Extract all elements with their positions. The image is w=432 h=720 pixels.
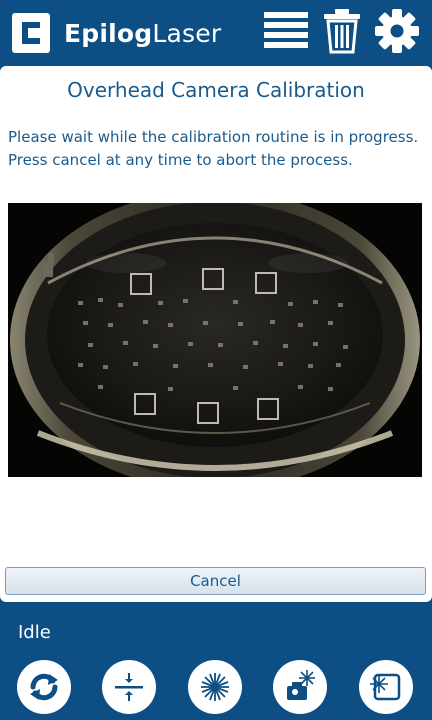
job-laser-button[interactable] [273, 660, 327, 714]
cancel-button[interactable]: Cancel [5, 567, 426, 595]
refresh-icon [30, 673, 58, 701]
camera-feed-image [8, 203, 422, 477]
epilog-laser-logo: EpilogLaser [12, 12, 221, 54]
frame-laser-icon [370, 673, 401, 701]
refresh-button[interactable] [17, 660, 71, 714]
frame-laser-button[interactable] [359, 660, 413, 714]
laser-icon [201, 673, 229, 701]
app-header: EpilogLaser [0, 0, 432, 66]
logo-mark-icon [12, 13, 50, 53]
dialog-message: Please wait while the calibration routin… [8, 128, 419, 169]
focus-icon [115, 673, 143, 701]
focus-button[interactable] [102, 660, 156, 714]
trash-icon[interactable] [322, 8, 362, 54]
logo-text: EpilogLaser [64, 18, 222, 48]
gear-icon[interactable] [374, 8, 420, 54]
job-laser-icon [287, 670, 315, 700]
laser-button[interactable] [188, 660, 242, 714]
status-text: Idle [18, 622, 51, 643]
job-list-icon[interactable] [262, 10, 310, 52]
dialog-title: Overhead Camera Calibration [67, 78, 365, 102]
